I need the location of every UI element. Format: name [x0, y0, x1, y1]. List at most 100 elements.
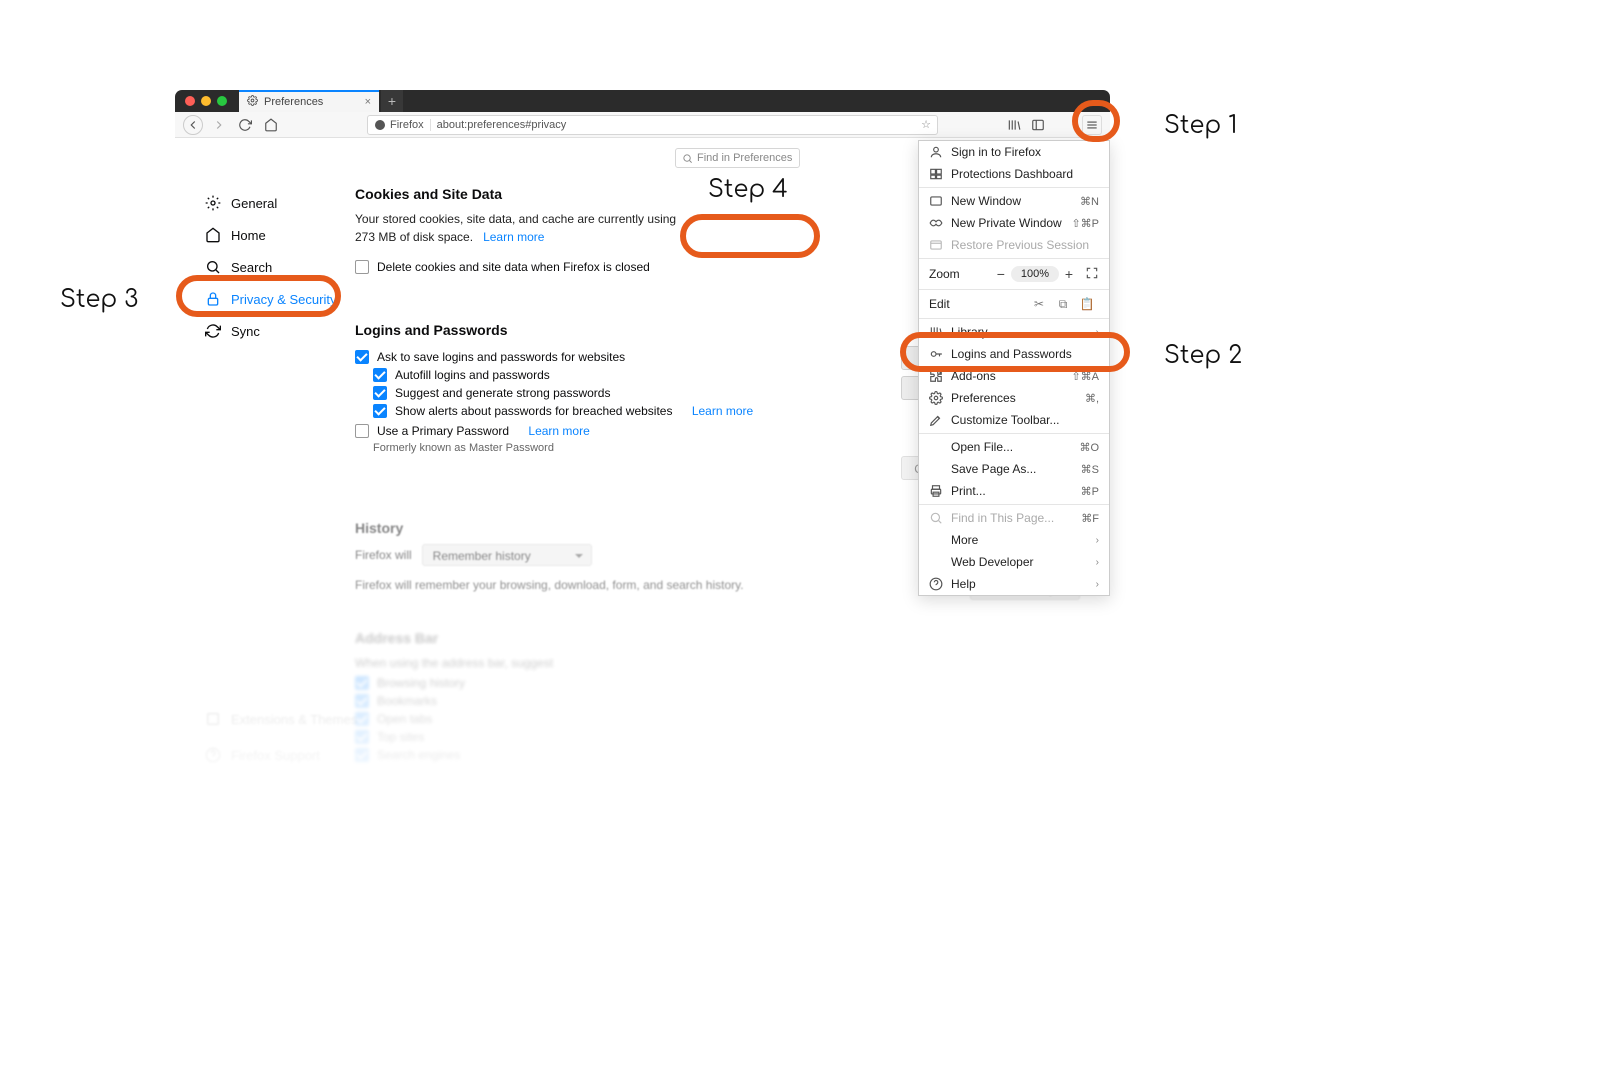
new-tab-button[interactable]: +: [381, 90, 403, 112]
gear-icon: [247, 95, 258, 109]
ab-searchengines-checkbox[interactable]: [355, 748, 369, 762]
formerly-note: Formerly known as Master Password: [373, 442, 889, 454]
ab-opentabs-checkbox[interactable]: [355, 712, 369, 726]
menu-sign-in[interactable]: Sign in to Firefox: [919, 141, 1109, 163]
zoom-out-button[interactable]: −: [991, 266, 1011, 282]
menu-new-private-window[interactable]: New Private Window ⇧⌘P: [919, 212, 1109, 234]
copy-button[interactable]: ⧉: [1051, 297, 1075, 312]
menu-preferences[interactable]: Preferences ⌘,: [919, 387, 1109, 409]
menu-zoom-row: Zoom − 100% +: [919, 261, 1109, 287]
home-button[interactable]: [261, 115, 281, 135]
sidebar-label: General: [231, 196, 277, 211]
ab-opentabs-label: Open tabs: [377, 712, 432, 726]
step3-label: Step 3: [60, 286, 138, 313]
paste-button[interactable]: 📋: [1075, 297, 1099, 311]
menu-add-ons[interactable]: Add-ons ⇧⌘A: [919, 365, 1109, 387]
sidebar-item-privacy-security[interactable]: Privacy & Security: [197, 284, 345, 314]
ab-bookmarks-checkbox[interactable]: [355, 694, 369, 708]
edit-label: Edit: [929, 297, 1027, 311]
close-tab-icon[interactable]: ×: [365, 96, 371, 108]
zoom-percent[interactable]: 100%: [1011, 266, 1059, 282]
cut-button[interactable]: ✂: [1027, 297, 1051, 311]
delete-on-close-checkbox[interactable]: [355, 260, 369, 274]
primary-learn-more-link[interactable]: Learn more: [528, 424, 589, 438]
breach-alerts-checkbox[interactable]: [373, 404, 387, 418]
fullscreen-button[interactable]: [1085, 266, 1099, 283]
find-in-preferences[interactable]: Find in Preferences: [675, 148, 800, 168]
menu-save-page-as[interactable]: Save Page As... ⌘S: [919, 458, 1109, 480]
suggest-passwords-label: Suggest and generate strong passwords: [395, 386, 610, 400]
menu-new-window[interactable]: New Window ⌘N: [919, 190, 1109, 212]
cookies-desc: Your stored cookies, site data, and cach…: [355, 210, 685, 246]
close-window-icon[interactable]: [185, 96, 195, 106]
ab-topsites-checkbox[interactable]: [355, 730, 369, 744]
window-controls: [185, 96, 227, 106]
menu-find-in-page: Find in This Page... ⌘F: [919, 507, 1109, 529]
menu-open-file[interactable]: Open File... ⌘O: [919, 436, 1109, 458]
step4-label: Step 4: [708, 176, 788, 203]
library-icon[interactable]: [1004, 115, 1024, 135]
ask-save-logins-checkbox[interactable]: [355, 350, 369, 364]
urlbar-brand: Firefox: [390, 119, 424, 131]
hamburger-menu-button[interactable]: [1082, 115, 1102, 135]
firefox-badge: Firefox: [374, 119, 431, 131]
menu-restore-session: Restore Previous Session: [919, 234, 1109, 256]
sidebar-label: Home: [231, 228, 266, 243]
sidebar-item-support[interactable]: Firefox Support: [197, 740, 365, 770]
ab-browsing-history-label: Browsing history: [377, 676, 465, 690]
menu-more[interactable]: More ›: [919, 529, 1109, 551]
addressbar-heading: Address Bar: [355, 630, 1080, 646]
sidebar-label: Search: [231, 260, 272, 275]
bookmark-star-icon[interactable]: ☆: [921, 118, 931, 131]
menu-library[interactable]: Library ›: [919, 321, 1109, 343]
history-mode-select[interactable]: Remember history: [422, 544, 592, 566]
sidebar-label: Sync: [231, 324, 260, 339]
sidebar-item-sync[interactable]: Sync: [197, 316, 345, 346]
addressbar-desc: When using the address bar, suggest: [355, 654, 1080, 672]
back-button[interactable]: [183, 115, 203, 135]
preferences-sidebar: General Home Search Privacy & Security S…: [175, 138, 345, 800]
firefox-will-label: Firefox will: [355, 548, 412, 562]
sidebar-icon[interactable]: [1028, 115, 1048, 135]
menu-help[interactable]: Help ›: [919, 573, 1109, 595]
menu-customize-toolbar[interactable]: Customize Toolbar...: [919, 409, 1109, 431]
primary-password-checkbox[interactable]: [355, 424, 369, 438]
breach-alerts-label: Show alerts about passwords for breached…: [395, 404, 672, 418]
sidebar-item-home[interactable]: Home: [197, 220, 345, 250]
primary-password-label: Use a Primary Password: [377, 424, 509, 438]
breach-learn-more-link[interactable]: Learn more: [692, 404, 753, 418]
menu-edit-row: Edit ✂ ⧉ 📋: [919, 292, 1109, 316]
autofill-label: Autofill logins and passwords: [395, 368, 550, 382]
step1-label: Step 1: [1164, 112, 1237, 139]
ab-topsites-label: Top sites: [377, 730, 424, 744]
sidebar-item-extensions[interactable]: Extensions & Themes: [197, 704, 365, 734]
sidebar-item-search[interactable]: Search: [197, 252, 345, 282]
url-bar[interactable]: Firefox about:preferences#privacy ☆: [367, 115, 938, 135]
tab-bar: Preferences × +: [175, 90, 1110, 112]
menu-logins-passwords[interactable]: Logins and Passwords: [919, 343, 1109, 365]
autofill-checkbox[interactable]: [373, 368, 387, 382]
zoom-in-button[interactable]: +: [1059, 266, 1079, 282]
maximize-window-icon[interactable]: [217, 96, 227, 106]
suggest-passwords-checkbox[interactable]: [373, 386, 387, 400]
menu-protections-dashboard[interactable]: Protections Dashboard: [919, 163, 1109, 185]
app-menu: Sign in to Firefox Protections Dashboard…: [918, 140, 1110, 596]
ab-browsing-history-checkbox[interactable]: [355, 676, 369, 690]
sidebar-label: Extensions & Themes: [231, 712, 357, 727]
ab-bookmarks-label: Bookmarks: [377, 694, 437, 708]
sidebar-item-general[interactable]: General: [197, 188, 345, 218]
url-text: about:preferences#privacy: [437, 119, 916, 131]
ab-searchengines-label: Search engines: [377, 748, 460, 762]
menu-web-developer[interactable]: Web Developer ›: [919, 551, 1109, 573]
zoom-label: Zoom: [929, 267, 991, 281]
menu-print[interactable]: Print... ⌘P: [919, 480, 1109, 502]
forward-button[interactable]: [209, 115, 229, 135]
toolbar: Firefox about:preferences#privacy ☆: [175, 112, 1110, 138]
ask-save-logins-label: Ask to save logins and passwords for web…: [377, 350, 625, 364]
delete-on-close-label: Delete cookies and site data when Firefo…: [377, 260, 650, 274]
sidebar-label: Firefox Support: [231, 748, 320, 763]
cookies-learn-more-link[interactable]: Learn more: [483, 230, 544, 244]
tab-preferences[interactable]: Preferences ×: [239, 90, 379, 112]
reload-button[interactable]: [235, 115, 255, 135]
minimize-window-icon[interactable]: [201, 96, 211, 106]
